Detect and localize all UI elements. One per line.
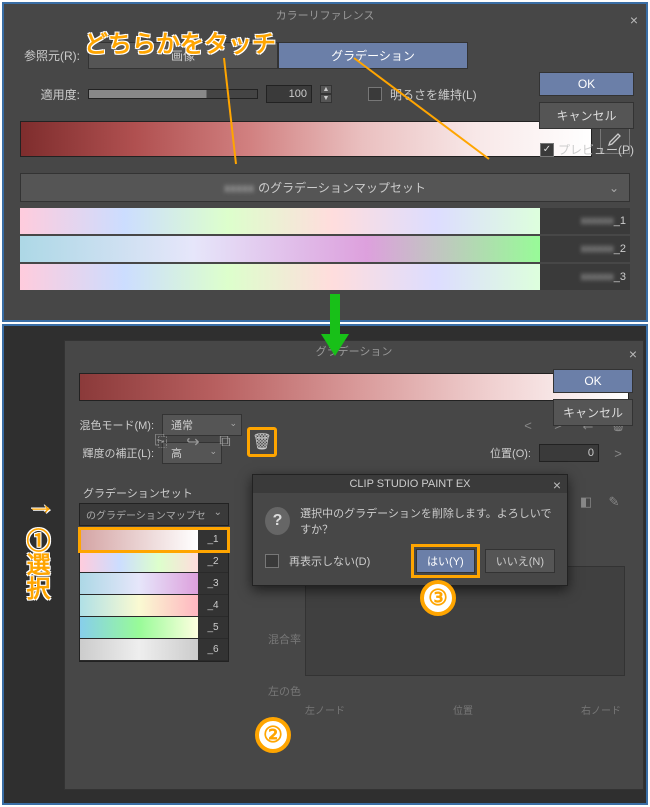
tab-gradient[interactable]: グラデーション [278, 42, 468, 69]
swatch [80, 573, 198, 594]
keep-luminance-checkbox[interactable] [368, 87, 382, 101]
modal-title: CLIP STUDIO PAINT EX [349, 478, 470, 490]
modal-title-bar: CLIP STUDIO PAINT EX × [253, 475, 567, 493]
position-menu-icon[interactable]: > [607, 442, 629, 464]
gradient-set-dropdown[interactable]: xxxxxのグラデーションマップセット ⌄ [20, 173, 630, 202]
axis-left-node-label: 左ノード [305, 702, 345, 717]
keep-luminance-label: 明るさを維持(L) [390, 86, 477, 103]
prev-icon[interactable]: < [517, 414, 539, 436]
gradient-set-panel: グラデーションセット のグラデーションマップセ ⌄ _1 _2 _3 _4 _5… [79, 483, 229, 662]
gradient-set-dropdown-label: のグラデーションマップセ [86, 507, 206, 522]
opacity-spinner[interactable]: ▲▼ [320, 85, 332, 103]
question-icon: ? [265, 507, 290, 535]
modal-message: 選択中のグラデーションを削除します。よろしいですか？ [300, 505, 555, 537]
edit-icon[interactable]: ✎ [603, 491, 625, 513]
export-icon[interactable]: ↪ [183, 432, 203, 452]
gradient-set-toolbar: ⎘ ↪ ⧉ 🗑 [79, 427, 277, 457]
preset-swatch [20, 208, 540, 234]
swatch [80, 595, 198, 616]
opacity-slider[interactable] [88, 89, 258, 99]
cancel-button[interactable]: キャンセル [553, 399, 633, 426]
axis-mix-label: 混合率 [245, 631, 301, 647]
annotation-arrow-icon: → [26, 488, 56, 522]
preset-label: xxxxxx_2 [540, 236, 630, 262]
gradient-set-item[interactable]: _5 [80, 617, 228, 639]
preset-list: xxxxxx_1 xxxxxx_2 xxxxxx_3 [20, 208, 630, 290]
axis-pos-label: 位置 [453, 702, 473, 717]
item-label: _4 [198, 595, 228, 616]
annotation-touch-either: どちらかをタッチ [84, 24, 276, 59]
yes-button[interactable]: はい(Y) [416, 549, 475, 573]
gradient-set-item[interactable]: _2 [80, 551, 228, 573]
delete-icon[interactable]: 🗑 [252, 432, 272, 452]
item-label: _2 [198, 551, 228, 572]
dialog-title: カラーリファレンス [276, 10, 375, 22]
cancel-button[interactable]: キャンセル [539, 102, 634, 129]
ok-button[interactable]: OK [539, 72, 634, 96]
preview-label: プレビュー(P) [558, 141, 634, 158]
opacity-label: 適用度: [20, 86, 80, 103]
axis-right-node-label: 右ノード [581, 702, 621, 717]
preset-swatch [20, 236, 540, 262]
gradient-set-dropdown[interactable]: のグラデーションマップセ ⌄ [79, 503, 229, 526]
gradient-set-title: グラデーションセット [79, 483, 229, 503]
position-value[interactable]: 0 [539, 444, 599, 462]
color-reference-dialog: カラーリファレンス × どちらかをタッチ 参照元(R): 画像 グラデーション … [2, 2, 648, 322]
swatch [80, 551, 198, 572]
item-label: _5 [198, 617, 228, 638]
gradient-set-list: _1 _2 _3 _4 _5 _6 [79, 528, 229, 662]
preset-row[interactable]: xxxxxx_2 [20, 236, 630, 262]
swatch [80, 617, 198, 638]
dont-show-again-label: 再表示しない(D) [289, 553, 370, 569]
item-label: _3 [198, 573, 228, 594]
preset-label: xxxxxx_3 [540, 264, 630, 290]
chevron-down-icon: ⌄ [214, 507, 222, 522]
item-label: _1 [198, 529, 228, 550]
annotation-step-3: ③ [420, 580, 456, 616]
annotation-select-label: ①選択 [18, 528, 53, 600]
axis-left-color-label: 左の色 [245, 683, 301, 699]
dont-show-again-checkbox[interactable] [265, 554, 279, 568]
confirm-delete-dialog: CLIP STUDIO PAINT EX × ? 選択中のグラデーションを削除し… [252, 474, 568, 586]
preset-swatch [20, 264, 540, 290]
gradient-set-item[interactable]: _3 [80, 573, 228, 595]
preview-checkbox[interactable]: ✓ [540, 143, 554, 157]
annotation-step-2: ② [255, 717, 291, 753]
gradient-preview-strip [20, 121, 592, 157]
annotation-trash-outline: 🗑 [247, 427, 277, 457]
preset-row[interactable]: xxxxxx_1 [20, 208, 630, 234]
preset-label: xxxxxx_1 [540, 208, 630, 234]
gradient-set-item[interactable]: _6 [80, 639, 228, 661]
close-icon[interactable]: × [629, 343, 637, 365]
gradient-preview-strip[interactable] [79, 373, 629, 401]
ok-button[interactable]: OK [553, 369, 633, 393]
opacity-value[interactable]: 100 [266, 85, 312, 103]
gradient-set-item[interactable]: _4 [80, 595, 228, 617]
close-icon[interactable]: × [553, 477, 561, 493]
swatch [80, 639, 198, 660]
gradient-set-dropdown-label: のグラデーションマップセット [258, 179, 426, 196]
source-label: 参照元(R): [20, 47, 80, 64]
swatch [80, 529, 198, 550]
new-icon[interactable]: ⎘ [151, 432, 171, 452]
position-label: 位置(O): [490, 445, 531, 461]
item-label: _6 [198, 639, 228, 660]
annotation-arrow-down-icon [315, 290, 355, 360]
color-swatch-button[interactable]: ◧ [575, 491, 597, 513]
preset-row[interactable]: xxxxxx_3 [20, 264, 630, 290]
chevron-down-icon: ⌄ [609, 181, 619, 195]
duplicate-icon[interactable]: ⧉ [215, 432, 235, 452]
no-button[interactable]: いいえ(N) [485, 549, 555, 573]
gradient-set-item[interactable]: _1 [80, 529, 228, 551]
